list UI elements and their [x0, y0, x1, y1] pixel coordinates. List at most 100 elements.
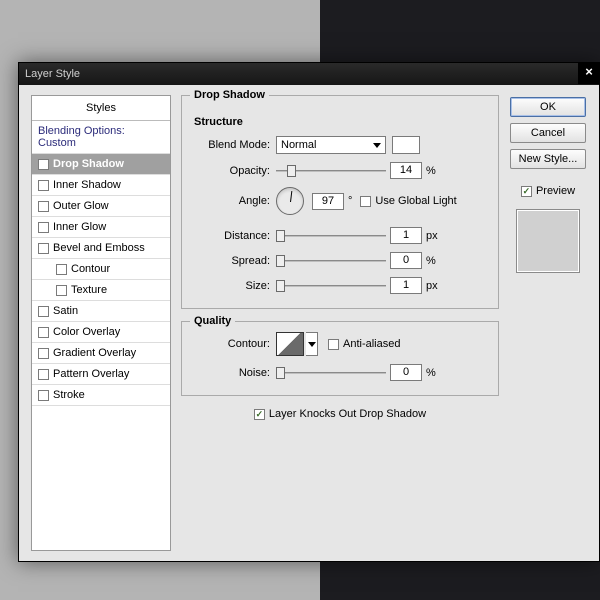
- drop-shadow-group: Drop Shadow Structure Blend Mode: Normal…: [181, 95, 499, 309]
- preview-row: Preview: [521, 185, 575, 197]
- chevron-down-icon: [308, 342, 316, 347]
- style-label: Blending Options: Custom: [38, 125, 164, 149]
- style-checkbox[interactable]: [38, 348, 49, 359]
- noise-row: Noise: 0 %: [194, 364, 486, 381]
- distance-label: Distance:: [194, 230, 270, 242]
- style-label: Color Overlay: [53, 326, 120, 338]
- styles-row-blending-options-custom[interactable]: Blending Options: Custom: [32, 121, 170, 154]
- opacity-input[interactable]: 14: [390, 162, 422, 179]
- distance-slider[interactable]: [276, 229, 386, 243]
- blend-mode-row: Blend Mode: Normal: [194, 136, 486, 154]
- styles-header[interactable]: Styles: [32, 96, 170, 121]
- styles-row-bevel-and-emboss[interactable]: Bevel and Emboss: [32, 238, 170, 259]
- styles-row-texture[interactable]: Texture: [32, 280, 170, 301]
- knockout-checkbox[interactable]: [254, 409, 265, 420]
- spread-label: Spread:: [194, 255, 270, 267]
- angle-label: Angle:: [194, 195, 270, 207]
- opacity-unit: %: [426, 165, 436, 177]
- anti-alias-checkbox[interactable]: [328, 339, 339, 350]
- cancel-button[interactable]: Cancel: [510, 123, 586, 143]
- styles-row-gradient-overlay[interactable]: Gradient Overlay: [32, 343, 170, 364]
- style-label: Satin: [53, 305, 78, 317]
- contour-row: Contour: Anti-aliased: [194, 332, 486, 356]
- style-label: Contour: [71, 263, 110, 275]
- style-checkbox[interactable]: [56, 285, 67, 296]
- dialog-title: Layer Style: [25, 68, 80, 80]
- styles-row-stroke[interactable]: Stroke: [32, 385, 170, 406]
- layer-style-dialog: Layer Style × Styles Blending Options: C…: [18, 62, 600, 562]
- preview-label: Preview: [536, 185, 575, 197]
- new-style-button[interactable]: New Style...: [510, 149, 586, 169]
- size-row: Size: 1 px: [194, 277, 486, 294]
- styles-row-color-overlay[interactable]: Color Overlay: [32, 322, 170, 343]
- structure-heading: Structure: [194, 116, 486, 128]
- color-swatch[interactable]: [392, 136, 420, 154]
- style-checkbox[interactable]: [38, 327, 49, 338]
- noise-slider[interactable]: [276, 366, 386, 380]
- style-checkbox[interactable]: [38, 180, 49, 191]
- style-label: Stroke: [53, 389, 85, 401]
- angle-input[interactable]: 97: [312, 193, 344, 210]
- styles-row-inner-shadow[interactable]: Inner Shadow: [32, 175, 170, 196]
- angle-row: Angle: 97 ° Use Global Light: [194, 187, 486, 215]
- distance-row: Distance: 1 px: [194, 227, 486, 244]
- style-checkbox[interactable]: [38, 390, 49, 401]
- noise-unit: %: [426, 367, 436, 379]
- style-label: Bevel and Emboss: [53, 242, 145, 254]
- style-label: Pattern Overlay: [53, 368, 129, 380]
- noise-input[interactable]: 0: [390, 364, 422, 381]
- styles-row-pattern-overlay[interactable]: Pattern Overlay: [32, 364, 170, 385]
- styles-row-drop-shadow[interactable]: Drop Shadow: [32, 154, 170, 175]
- effect-settings: Drop Shadow Structure Blend Mode: Normal…: [181, 95, 499, 551]
- opacity-row: Opacity: 14 %: [194, 162, 486, 179]
- blend-mode-label: Blend Mode:: [194, 139, 270, 151]
- contour-label: Contour:: [194, 338, 270, 350]
- size-slider[interactable]: [276, 279, 386, 293]
- opacity-label: Opacity:: [194, 165, 270, 177]
- noise-label: Noise:: [194, 367, 270, 379]
- size-label: Size:: [194, 280, 270, 292]
- style-label: Gradient Overlay: [53, 347, 136, 359]
- global-light-checkbox[interactable]: [360, 196, 371, 207]
- style-checkbox[interactable]: [38, 222, 49, 233]
- global-light-label: Use Global Light: [375, 195, 456, 207]
- angle-dial[interactable]: [276, 187, 304, 215]
- style-label: Drop Shadow: [53, 158, 124, 170]
- opacity-slider[interactable]: [276, 164, 386, 178]
- styles-list: Blending Options: Custom Drop Shadow Inner…: [32, 121, 170, 406]
- group-title: Drop Shadow: [190, 89, 269, 101]
- styles-row-outer-glow[interactable]: Outer Glow: [32, 196, 170, 217]
- quality-heading: Quality: [190, 315, 235, 327]
- close-icon[interactable]: ×: [578, 62, 600, 84]
- chevron-down-icon: [373, 143, 381, 148]
- angle-unit: °: [348, 195, 352, 207]
- preview-checkbox[interactable]: [521, 186, 532, 197]
- titlebar[interactable]: Layer Style ×: [19, 63, 599, 85]
- style-checkbox[interactable]: [38, 159, 49, 170]
- knockout-label: Layer Knocks Out Drop Shadow: [269, 408, 426, 420]
- spread-slider[interactable]: [276, 254, 386, 268]
- styles-row-inner-glow[interactable]: Inner Glow: [32, 217, 170, 238]
- style-checkbox[interactable]: [38, 243, 49, 254]
- styles-row-contour[interactable]: Contour: [32, 259, 170, 280]
- style-checkbox[interactable]: [38, 201, 49, 212]
- ok-button[interactable]: OK: [510, 97, 586, 117]
- style-checkbox[interactable]: [38, 369, 49, 380]
- dialog-buttons: OK Cancel New Style... Preview: [509, 95, 587, 551]
- spread-unit: %: [426, 255, 436, 267]
- distance-input[interactable]: 1: [390, 227, 422, 244]
- contour-dropdown[interactable]: [306, 332, 318, 356]
- style-label: Inner Shadow: [53, 179, 121, 191]
- style-label: Outer Glow: [53, 200, 109, 212]
- size-input[interactable]: 1: [390, 277, 422, 294]
- contour-swatch[interactable]: [276, 332, 304, 356]
- styles-row-satin[interactable]: Satin: [32, 301, 170, 322]
- spread-input[interactable]: 0: [390, 252, 422, 269]
- size-unit: px: [426, 280, 438, 292]
- style-checkbox[interactable]: [38, 306, 49, 317]
- blend-mode-select[interactable]: Normal: [276, 136, 386, 154]
- preview-swatch: [516, 209, 580, 273]
- anti-alias-label: Anti-aliased: [343, 338, 400, 350]
- style-checkbox[interactable]: [56, 264, 67, 275]
- styles-panel: Styles Blending Options: Custom Drop Shad…: [31, 95, 171, 551]
